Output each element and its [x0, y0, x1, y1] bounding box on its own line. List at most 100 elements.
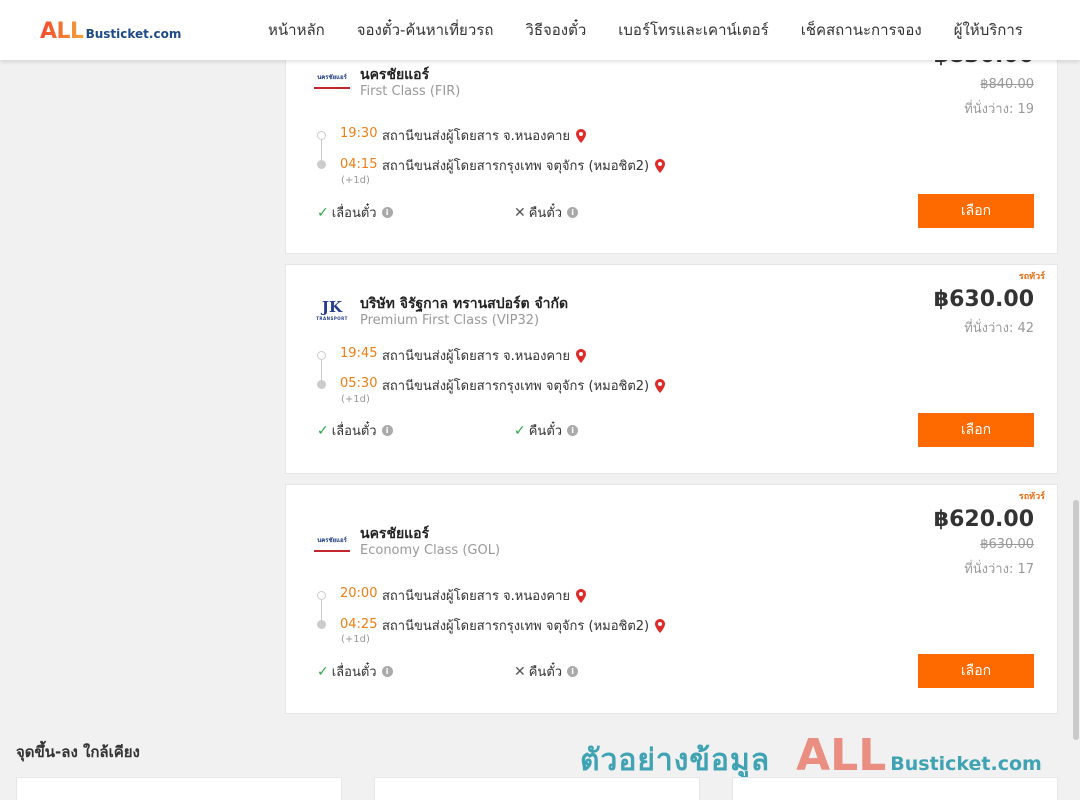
info-icon[interactable]: i — [381, 666, 393, 677]
departure-time: 19:45 — [340, 346, 378, 361]
route-line — [321, 600, 322, 620]
ticket-price: ฿630.00 — [933, 287, 1034, 312]
route-line — [321, 360, 322, 380]
logo-domain-text: Busticket.com — [85, 27, 182, 41]
departure-station-label: สถานีขนส่งผู้โดยสาร จ.หนองคาย — [382, 129, 571, 144]
check-icon: ✓ — [514, 422, 526, 439]
map-pin-icon[interactable] — [576, 588, 587, 603]
bus-type-badge: รถทัวร์ — [1018, 492, 1045, 502]
original-price: ฿630.00 — [980, 537, 1034, 552]
day-offset: (+1d) — [341, 175, 370, 186]
departure-dot — [317, 131, 326, 140]
nearby-stops-title: จุดขึ้น-ลง ใกล้เคียง — [16, 743, 140, 761]
info-icon[interactable]: i — [567, 207, 579, 218]
nav-how-to-book[interactable]: วิธีจองตั๋ว — [509, 18, 602, 42]
arrival-time: 04:25 — [340, 617, 378, 632]
seats-available: ที่นั่งว่าง: 42 — [964, 321, 1034, 336]
refund-ticket-policy: ✓ คืนตั๋ว i — [514, 420, 579, 441]
arrival-time: 04:15 — [340, 157, 378, 172]
operator-logo: นครชัยแอร์ — [314, 69, 350, 89]
change-ticket-policy: ✓ เลื่อนตั๋ว i — [317, 202, 393, 223]
bus-class: First Class (FIR) — [360, 84, 461, 99]
arrival-station: สถานีขนส่งผู้โดยสารกรุงเทพ จตุจักร (หมอช… — [382, 155, 666, 176]
change-ticket-label: เลื่อนตั๋ว — [331, 424, 377, 439]
main-nav: หน้าหลัก จองตั๋ว-ค้นหาเที่ยวรถ วิธีจองตั… — [252, 0, 1039, 60]
bus-class: Premium First Class (VIP32) — [360, 313, 540, 328]
check-icon: ✓ — [317, 663, 329, 680]
info-icon[interactable]: i — [381, 207, 393, 218]
arrival-dot — [317, 160, 326, 169]
map-pin-icon[interactable] — [655, 618, 666, 633]
operator-logo: นครชัยแอร์ — [314, 532, 350, 552]
nav-operators[interactable]: ผู้ให้บริการ — [938, 18, 1039, 42]
watermark-domain-text: Busticket.com — [890, 753, 1042, 775]
cross-icon: ✕ — [514, 663, 526, 680]
departure-station: สถานีขนส่งผู้โดยสาร จ.หนองคาย — [382, 585, 587, 606]
day-offset: (+1d) — [341, 634, 370, 645]
map-pin-icon[interactable] — [655, 158, 666, 173]
info-icon[interactable]: i — [567, 425, 579, 436]
info-icon[interactable]: i — [381, 425, 393, 436]
logo-all-text: ALL — [40, 19, 84, 44]
change-ticket-label: เลื่อนตั๋ว — [331, 206, 377, 221]
refund-ticket-policy: ✕ คืนตั๋ว i — [514, 202, 579, 223]
check-icon: ✓ — [317, 204, 329, 221]
map-pin-icon[interactable] — [576, 348, 587, 363]
arrival-dot — [317, 380, 326, 389]
day-offset: (+1d) — [341, 394, 370, 405]
change-ticket-label: เลื่อนตั๋ว — [331, 665, 377, 680]
select-trip-button[interactable]: เลือก — [918, 654, 1034, 688]
refund-ticket-label: คืนตั๋ว — [528, 665, 563, 680]
map-pin-icon[interactable] — [655, 378, 666, 393]
cross-icon: ✕ — [514, 204, 526, 221]
refund-ticket-policy: ✕ คืนตั๋ว i — [514, 661, 579, 682]
select-trip-button[interactable]: เลือก — [918, 413, 1034, 447]
arrival-station: สถานีขนส่งผู้โดยสารกรุงเทพ จตุจักร (หมอช… — [382, 375, 666, 396]
refund-ticket-label: คืนตั๋ว — [528, 206, 563, 221]
seats-available: ที่นั่งว่าง: 19 — [964, 102, 1034, 117]
departure-station-label: สถานีขนส่งผู้โดยสาร จ.หนองคาย — [382, 349, 571, 364]
departure-station: สถานีขนส่งผู้โดยสาร จ.หนองคาย — [382, 125, 587, 146]
select-trip-button[interactable]: เลือก — [918, 194, 1034, 228]
departure-time: 19:30 — [340, 126, 378, 141]
departure-station-label: สถานีขนส่งผู้โดยสาร จ.หนองคาย — [382, 589, 571, 604]
info-icon[interactable]: i — [567, 666, 579, 677]
nav-check-booking[interactable]: เช็คสถานะการจอง — [785, 18, 938, 42]
operator-logo: JK TRANSPORT — [316, 297, 348, 321]
ticket-price: ฿620.00 — [933, 507, 1034, 532]
site-logo[interactable]: ALL Busticket.com — [40, 19, 181, 44]
nearby-stop-card[interactable] — [374, 777, 700, 800]
watermark-all-text: ALL — [796, 730, 887, 781]
change-ticket-policy: ✓ เลื่อนตั๋ว i — [317, 420, 393, 441]
site-header: ALL Busticket.com หน้าหลัก จองตั๋ว-ค้นหา… — [0, 0, 1080, 60]
departure-time: 20:00 — [340, 586, 378, 601]
trip-card: รถทัวร์ JK TRANSPORT บริษัท จิรัฐกาล ทรา… — [285, 264, 1058, 474]
nav-booking-search[interactable]: จองตั๋ว-ค้นหาเที่ยวรถ — [341, 18, 510, 42]
seats-available: ที่นั่งว่าง: 17 — [964, 562, 1034, 577]
original-price: ฿840.00 — [980, 77, 1034, 92]
change-ticket-policy: ✓ เลื่อนตั๋ว i — [317, 661, 393, 682]
departure-dot — [317, 591, 326, 600]
scrollbar-thumb[interactable] — [1073, 500, 1079, 740]
sample-data-watermark: ตัวอย่างข้อมูล ALL Busticket.com — [580, 730, 1042, 784]
bus-type-badge: รถทัวร์ — [1018, 272, 1045, 282]
arrival-dot — [317, 620, 326, 629]
nearby-stop-card[interactable] — [732, 777, 1058, 800]
departure-station: สถานีขนส่งผู้โดยสาร จ.หนองคาย — [382, 345, 587, 366]
arrival-station: สถานีขนส่งผู้โดยสารกรุงเทพ จตุจักร (หมอช… — [382, 615, 666, 636]
arrival-station-label: สถานีขนส่งผู้โดยสารกรุงเทพ จตุจักร (หมอช… — [382, 619, 650, 634]
arrival-station-label: สถานีขนส่งผู้โดยสารกรุงเทพ จตุจักร (หมอช… — [382, 379, 650, 394]
operator-name: นครชัยแอร์ — [360, 526, 430, 542]
page-scrollbar[interactable] — [1072, 60, 1080, 800]
arrival-station-label: สถานีขนส่งผู้โดยสารกรุงเทพ จตุจักร (หมอช… — [382, 159, 650, 174]
map-pin-icon[interactable] — [576, 128, 587, 143]
departure-dot — [317, 351, 326, 360]
refund-ticket-label: คืนตั๋ว — [528, 424, 563, 439]
nearby-stop-card[interactable] — [16, 777, 342, 800]
nav-phone-counters[interactable]: เบอร์โทรและเคาน์เตอร์ — [602, 18, 784, 42]
operator-name: นครชัยแอร์ — [360, 67, 430, 83]
nav-home[interactable]: หน้าหลัก — [252, 18, 341, 42]
check-icon: ✓ — [317, 422, 329, 439]
route-line — [321, 140, 322, 160]
arrival-time: 05:30 — [340, 376, 378, 391]
